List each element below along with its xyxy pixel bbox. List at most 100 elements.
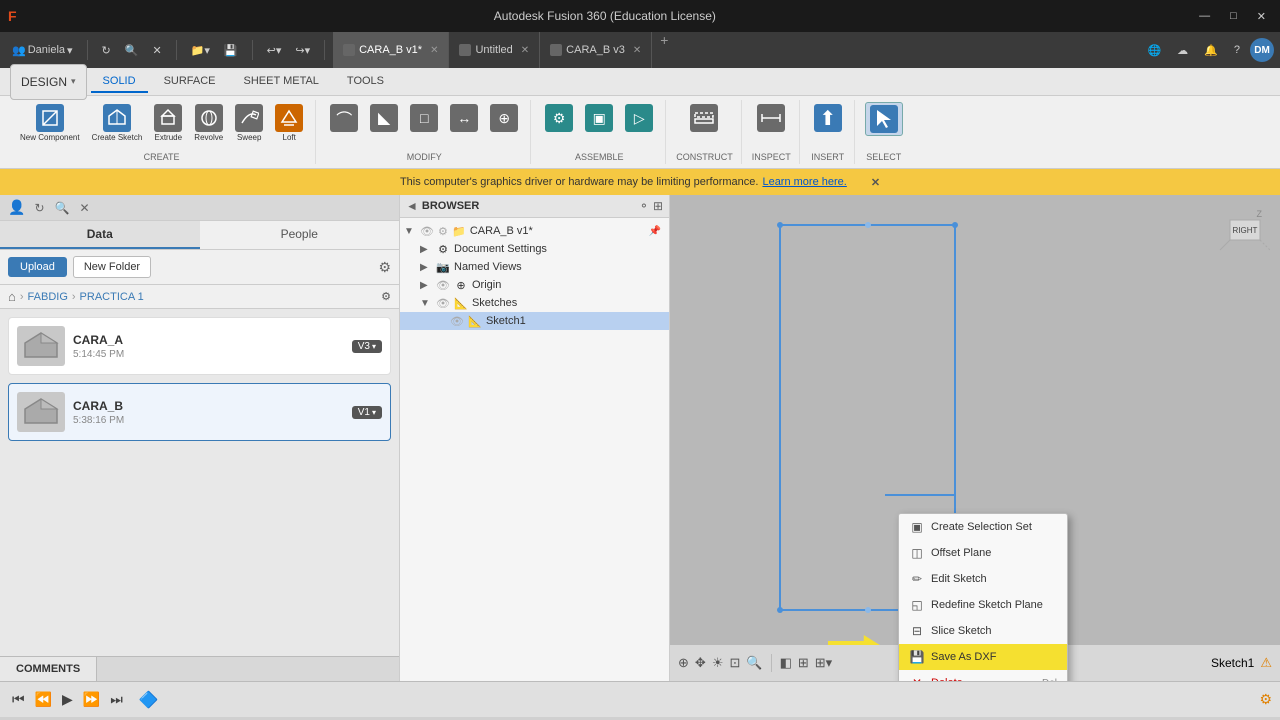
settings-icon-root[interactable]: ⚙	[438, 225, 448, 238]
bc-fabdig[interactable]: FABDIG	[28, 291, 68, 303]
cm-save-as-dxf[interactable]: 💾 Save As DXF	[899, 644, 1067, 670]
refresh-button[interactable]: ↻	[96, 40, 117, 61]
redo-button[interactable]: ↪▾	[289, 40, 316, 61]
tree-item-sketch1[interactable]: 👁 📐 Sketch1	[400, 312, 669, 330]
cm-edit-sketch[interactable]: ✏ Edit Sketch	[899, 566, 1067, 592]
ribbon-tab-surface[interactable]: SURFACE	[152, 71, 228, 93]
minimize-button[interactable]: —	[1193, 8, 1216, 25]
cm-create-selection-set[interactable]: ▣ Create Selection Set	[899, 514, 1067, 540]
measure-button[interactable]	[753, 102, 789, 134]
ribbon-tab-tools[interactable]: TOOLS	[335, 71, 396, 93]
settings-icon[interactable]: ⚙	[378, 259, 391, 276]
browser-expand-icon[interactable]: ⊞	[653, 199, 663, 213]
scale-button[interactable]: ↔	[446, 102, 482, 134]
playback-next-button[interactable]: ⏩	[79, 689, 104, 710]
playback-prev-button[interactable]: ⏪	[31, 689, 56, 710]
user-menu[interactable]: 👥 Daniela ▾	[6, 40, 79, 61]
design-dropdown[interactable]: DESIGN ▾	[10, 64, 87, 100]
cm-slice-sketch[interactable]: ⊟ Slice Sketch	[899, 618, 1067, 644]
tree-item-doc-settings[interactable]: ▶ ⚙ Document Settings	[400, 240, 669, 258]
tree-item-sketches[interactable]: ▼ 👁 📐 Sketches	[400, 294, 669, 312]
tab-close-cara-b-v3[interactable]: ✕	[633, 45, 641, 56]
display-mode-icon[interactable]: ◧	[780, 655, 792, 671]
tab-close-untitled[interactable]: ✕	[521, 45, 529, 56]
search-panel-button[interactable]: 🔍	[52, 200, 73, 216]
extrude-button[interactable]: Extrude	[150, 102, 186, 144]
playback-play-button[interactable]: ▶	[58, 689, 77, 710]
pin-icon-root[interactable]: 📌	[649, 226, 661, 237]
visibility-icon-root[interactable]: 👁	[420, 225, 434, 238]
cm-redefine-sketch-plane[interactable]: ◱ Redefine Sketch Plane	[899, 592, 1067, 618]
maximize-button[interactable]: □	[1224, 8, 1243, 25]
upload-button[interactable]: Upload	[8, 257, 67, 277]
home-icon[interactable]: ⌂	[8, 289, 16, 304]
pan-icon[interactable]: ✥	[695, 655, 706, 671]
tab-untitled[interactable]: Untitled ✕	[449, 32, 540, 68]
notification-button[interactable]: 🔔	[1198, 40, 1224, 61]
open-button[interactable]: 📁▾	[185, 40, 216, 61]
rigid-group-button[interactable]: ▣	[581, 102, 617, 134]
search-button[interactable]: 🔍	[119, 40, 145, 61]
tree-expand-doc-settings[interactable]: ▶	[420, 244, 432, 255]
close-panel-button[interactable]: ✕	[146, 40, 167, 61]
close-panel-button-2[interactable]: ✕	[76, 200, 92, 216]
breadcrumb-settings-icon[interactable]: ⚙	[381, 290, 391, 303]
browser-search-button[interactable]: ⚬	[639, 199, 649, 213]
people-tab[interactable]: People	[200, 221, 400, 249]
avatar[interactable]: DM	[1250, 38, 1274, 62]
tree-expand-sketches[interactable]: ▼	[420, 298, 432, 309]
file-version-cara-b[interactable]: V1▾	[352, 406, 382, 419]
warning-close-button[interactable]: ✕	[871, 176, 880, 189]
new-component-button[interactable]: Create Sketch	[88, 102, 147, 144]
playback-start-button[interactable]: ⏮	[8, 689, 29, 710]
bc-practica1[interactable]: PRACTICA 1	[80, 291, 144, 303]
browser-collapse-button[interactable]: ◄	[406, 199, 418, 213]
grid-icon[interactable]: ⊞	[798, 655, 809, 671]
chamfer-button[interactable]: ◣	[366, 102, 402, 134]
visibility-icon-sketches[interactable]: 👁	[436, 297, 450, 310]
ribbon-tab-sheet-metal[interactable]: SHEET METAL	[232, 71, 331, 93]
combine-button[interactable]: ⊕	[486, 102, 522, 134]
tab-close-cara-b[interactable]: ✕	[430, 45, 438, 56]
save-button[interactable]: 💾	[218, 40, 244, 61]
visibility-icon-origin[interactable]: 👁	[436, 279, 450, 292]
add-tab-button[interactable]: +	[652, 32, 676, 68]
insert-mesh-button[interactable]: ⬆	[810, 102, 846, 134]
tree-expand-root[interactable]: ▼	[404, 226, 416, 237]
cm-offset-plane[interactable]: ◫ Offset Plane	[899, 540, 1067, 566]
zoom-icon[interactable]: 🔍	[746, 655, 762, 671]
create-sketch-button[interactable]: New Component	[16, 102, 84, 144]
sweep-button[interactable]: Sweep	[231, 102, 267, 144]
undo-button[interactable]: ↩▾	[261, 40, 288, 61]
cloud-button[interactable]: ☁	[1171, 40, 1194, 61]
file-version-cara-a[interactable]: V3▾	[352, 340, 382, 353]
shell-button[interactable]: □	[406, 102, 442, 134]
tree-expand-origin[interactable]: ▶	[420, 280, 432, 291]
visibility-icon-sketch1[interactable]: 👁	[450, 315, 464, 328]
file-item-cara-b[interactable]: CARA_B 5:38:16 PM V1▾	[8, 383, 391, 441]
grid-settings-icon[interactable]: ⊞▾	[815, 655, 832, 671]
loft-button[interactable]: Loft	[271, 102, 307, 144]
fillet-button[interactable]: ⌒	[326, 102, 362, 134]
playback-end-button[interactable]: ⏭	[106, 689, 127, 710]
comments-tab[interactable]: COMMENTS	[0, 657, 97, 681]
learn-more-link[interactable]: Learn more here.	[762, 176, 846, 188]
tab-cara-b-v1[interactable]: CARA_B v1* ✕	[333, 32, 449, 68]
revolve-button[interactable]: Revolve	[190, 102, 227, 144]
timeline-settings-icon[interactable]: ⚙	[1259, 691, 1272, 708]
tab-cara-b-v3[interactable]: CARA_B v3 ✕	[540, 32, 652, 68]
tree-item-root[interactable]: ▼ 👁 ⚙ 📁 CARA_B v1* 📌	[400, 222, 669, 240]
drive-joint-button[interactable]: ▷	[621, 102, 657, 134]
close-button[interactable]: ✕	[1251, 8, 1272, 25]
refresh-panel-button[interactable]: ↻	[31, 200, 47, 216]
home-button[interactable]: 🌐	[1141, 40, 1167, 61]
timeline-thumb[interactable]: 🔷	[139, 690, 159, 710]
offset-plane-button[interactable]	[686, 102, 722, 134]
cm-delete[interactable]: ✕ Delete Del	[899, 670, 1067, 681]
select-button[interactable]	[865, 102, 903, 136]
view-cube[interactable]: Z RIGHT	[1210, 205, 1270, 265]
tree-item-origin[interactable]: ▶ 👁 ⊕ Origin	[400, 276, 669, 294]
ribbon-tab-solid[interactable]: SOLID	[91, 71, 148, 93]
panel-collapse-icon[interactable]: 👤	[8, 199, 25, 216]
orbit-icon[interactable]: ☀	[712, 655, 724, 671]
